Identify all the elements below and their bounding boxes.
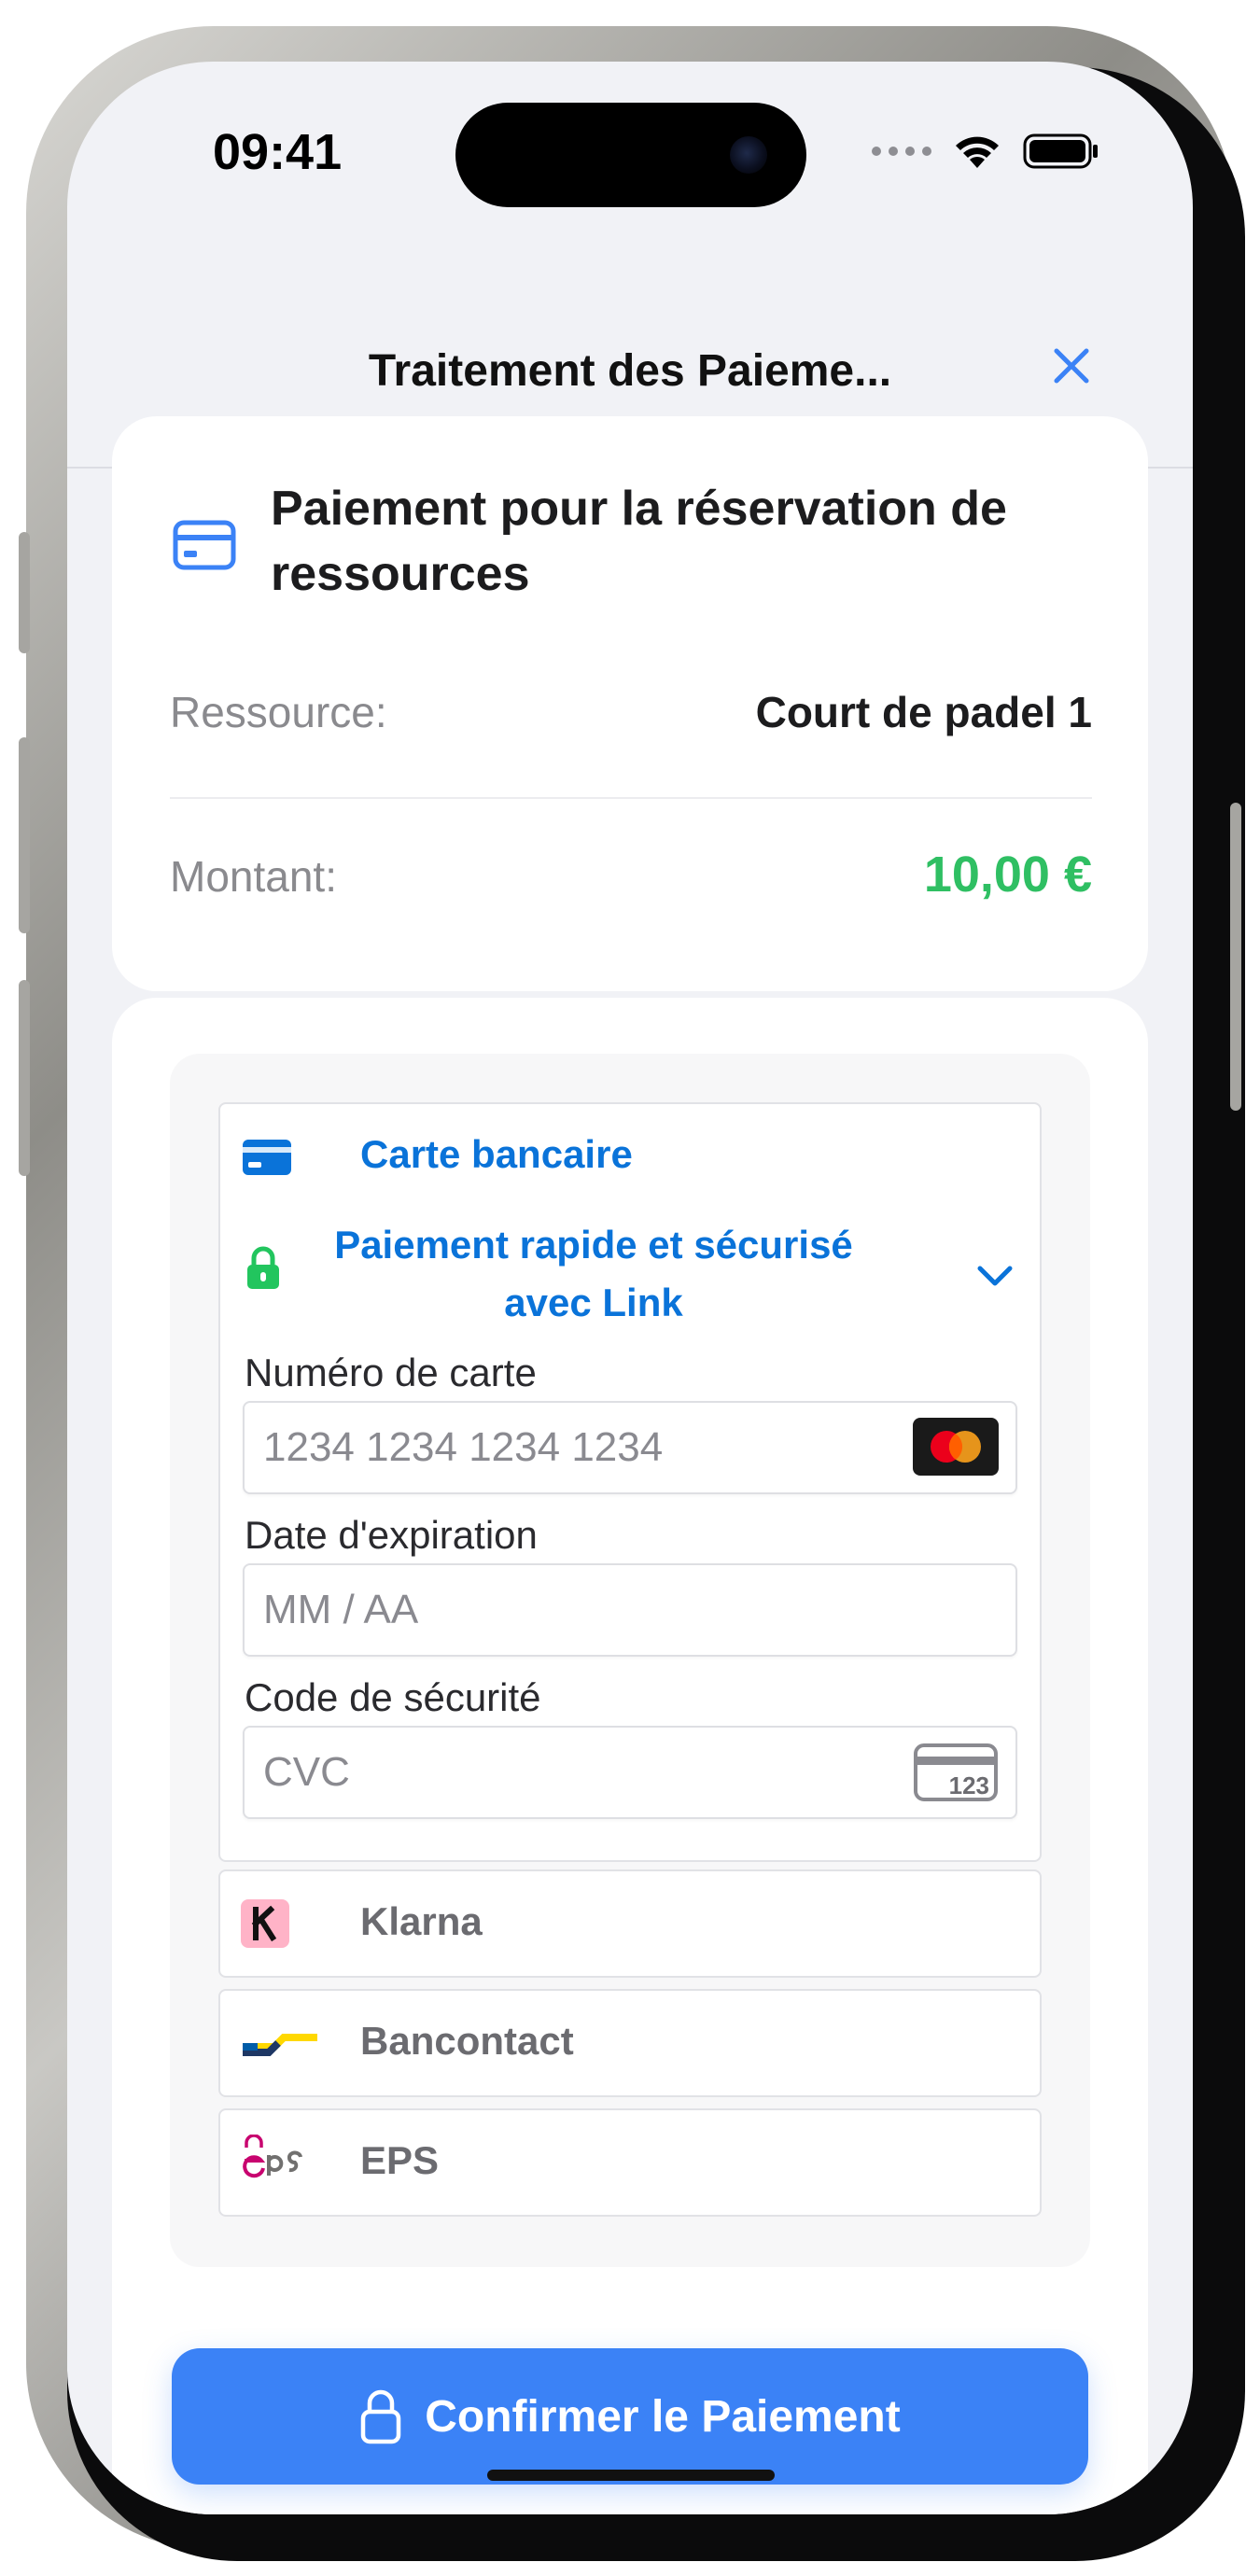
- expiry-input[interactable]: [263, 1565, 861, 1655]
- camera-icon: [730, 136, 767, 174]
- cellular-signal-icon: [872, 147, 931, 156]
- payment-method-card[interactable]: Carte bancaire Paiement rapide et sécuri…: [218, 1102, 1042, 1862]
- card-number-label: Numéro de carte: [245, 1351, 537, 1394]
- payment-form-card: Carte bancaire Paiement rapide et sécuri…: [112, 998, 1148, 2514]
- home-indicator[interactable]: [487, 2470, 775, 2481]
- chevron-down-icon[interactable]: [974, 1261, 1015, 1289]
- resource-value: Court de padel 1: [755, 688, 1092, 736]
- card-number-field[interactable]: [243, 1401, 1017, 1494]
- status-time: 09:41: [213, 124, 343, 180]
- security-code-label: Code de sécurité: [245, 1675, 541, 1719]
- eps-label: EPS: [360, 2138, 440, 2182]
- payment-method-eps[interactable]: EPS: [218, 2108, 1042, 2217]
- credit-card-icon: [173, 520, 236, 570]
- expiry-field[interactable]: [243, 1563, 1017, 1657]
- bank-card-icon: [243, 1140, 291, 1175]
- summary-title: Paiement pour la réservation de ressourc…: [271, 482, 1007, 601]
- mastercard-icon: [913, 1418, 999, 1476]
- resource-label: Ressource:: [170, 688, 387, 736]
- cvc-input[interactable]: [263, 1728, 861, 1817]
- bancontact-label: Bancontact: [360, 2019, 574, 2063]
- status-icons: [872, 133, 1099, 170]
- link-payment-text[interactable]: Paiement rapide et sécurisé avec Link: [314, 1216, 874, 1332]
- card-method-label: Carte bancaire: [360, 1132, 633, 1176]
- klarna-label: Klarna: [360, 1899, 483, 1943]
- screen: 09:41 Traitement des Paieme... Paiement …: [67, 62, 1193, 2514]
- cvc-icon-digits: 123: [949, 1771, 989, 1799]
- amount-label: Montant:: [170, 852, 337, 901]
- action-button: [19, 532, 30, 653]
- close-button[interactable]: [1043, 338, 1099, 394]
- close-icon: [1054, 348, 1089, 384]
- amount-value: 10,00 €: [923, 847, 1092, 903]
- confirm-payment-button[interactable]: Confirmer le Paiement: [172, 2348, 1088, 2485]
- payment-method-bancontact[interactable]: Bancontact: [218, 1989, 1042, 2097]
- reservation-summary-card: Paiement pour la réservation de ressourc…: [112, 416, 1148, 991]
- volume-up-button: [19, 737, 30, 933]
- confirm-button-label: Confirmer le Paiement: [425, 2391, 901, 2442]
- cvc-card-icon: 123: [914, 1743, 998, 1801]
- dynamic-island: [455, 103, 806, 207]
- eps-icon: [243, 2135, 302, 2178]
- volume-down-button: [19, 980, 30, 1176]
- expiry-label: Date d'expiration: [245, 1513, 538, 1557]
- wifi-icon: [956, 136, 999, 168]
- payment-element: Carte bancaire Paiement rapide et sécuri…: [170, 1054, 1090, 2267]
- page-title: Traitement des Paieme...: [368, 346, 892, 396]
- payment-method-klarna[interactable]: Klarna: [218, 1869, 1042, 1978]
- battery-icon: [1023, 133, 1098, 169]
- row-divider: [170, 797, 1092, 799]
- klarna-icon: [241, 1899, 289, 1948]
- security-code-field[interactable]: 123: [243, 1726, 1017, 1819]
- lock-icon: [247, 1246, 279, 1289]
- bancontact-icon: [243, 2034, 317, 2056]
- power-button: [1230, 803, 1241, 1111]
- card-number-input[interactable]: [263, 1403, 861, 1492]
- lock-icon: [361, 2389, 401, 2444]
